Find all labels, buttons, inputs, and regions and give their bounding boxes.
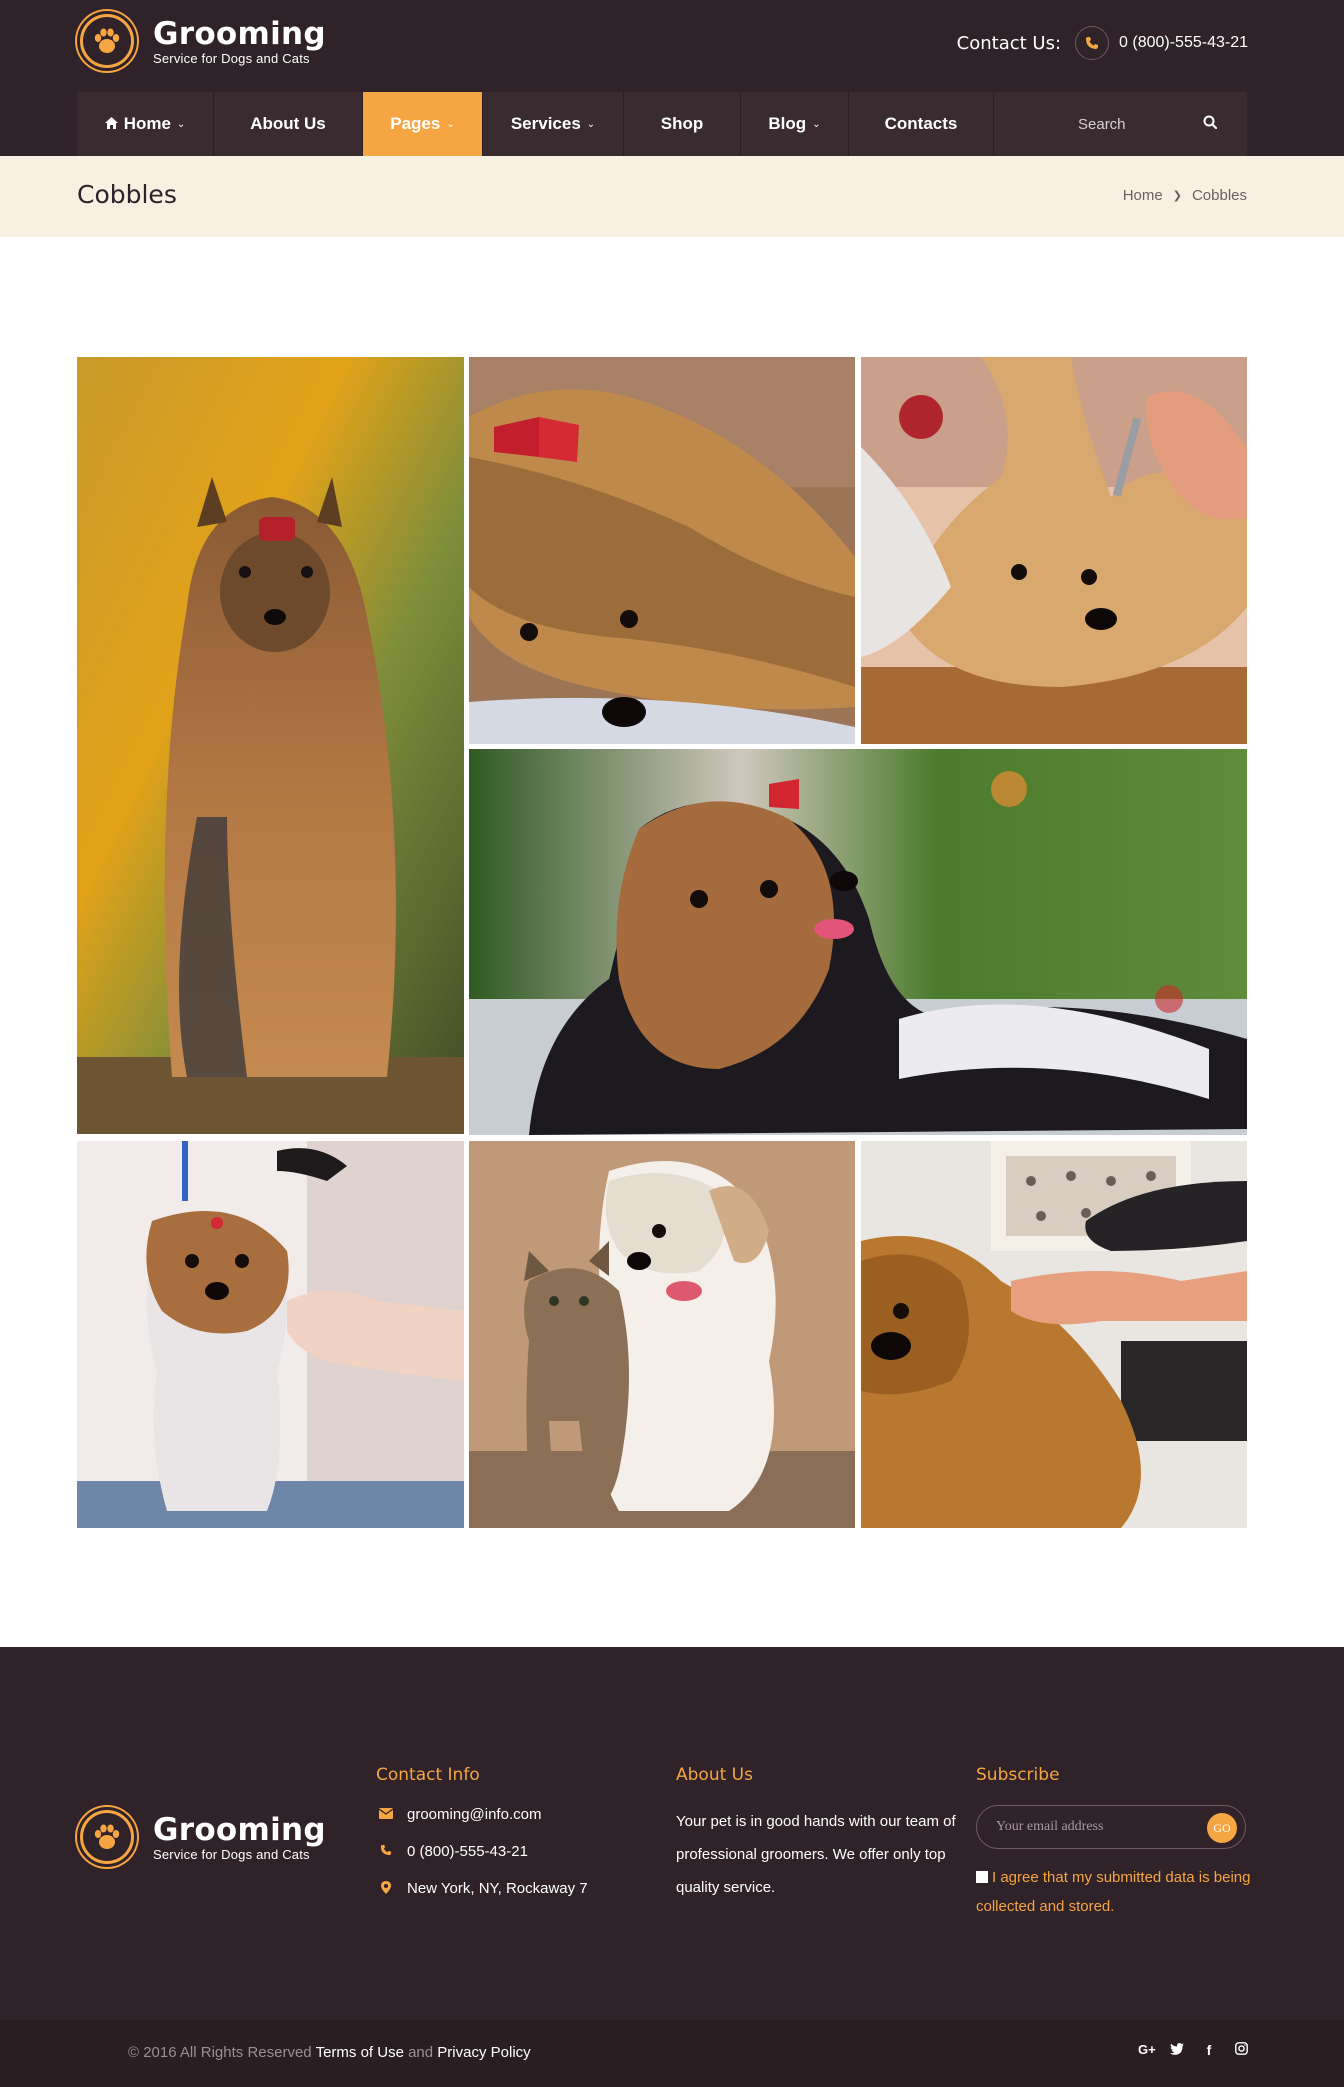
and-text: and	[408, 2044, 434, 2061]
gallery-image-yorkie-long-hair[interactable]	[77, 357, 464, 1134]
gallery-image-chow-chow-blow-dry[interactable]	[861, 1141, 1247, 1528]
email-subscribe-input[interactable]: Your email address	[996, 1819, 1103, 1835]
chevron-down-icon: ⌄	[812, 118, 821, 130]
gallery-image-puppy-and-kitten[interactable]	[469, 1141, 855, 1528]
copyright-text: © 2016 All Rights Reserved	[128, 2044, 312, 2061]
bottom-bar: © 2016 All Rights Reserved Terms of Use …	[0, 2020, 1344, 2087]
subscribe-heading: Subscribe	[976, 1765, 1060, 1785]
breadcrumb-home[interactable]: Home	[1123, 187, 1163, 204]
social-links: G+ f	[1138, 2042, 1248, 2058]
header-phone-number[interactable]: 0 (800)-555-43-21	[1119, 34, 1248, 52]
chevron-down-icon: ⌄	[446, 118, 455, 130]
chevron-down-icon: ⌄	[586, 118, 596, 130]
twitter-icon[interactable]	[1170, 2042, 1184, 2058]
footer-logo-title: Grooming	[153, 1811, 326, 1848]
facebook-icon[interactable]: f	[1202, 2042, 1216, 2058]
email-subscribe-field[interactable]: Your email address GO	[976, 1805, 1246, 1849]
paw-logo-icon	[77, 1807, 137, 1867]
agree-checkbox-row[interactable]: I agree that my submitted data is being …	[976, 1863, 1251, 1921]
footer-about: About Us Your pet is in good hands with …	[676, 1765, 958, 1904]
site-header: Grooming Service for Dogs and Cats Conta…	[0, 0, 1344, 156]
nav-pages-label: Pages	[390, 114, 441, 133]
terms-link[interactable]: Terms of Use	[316, 2044, 404, 2061]
envelope-icon	[376, 1807, 396, 1822]
agree-checkbox[interactable]	[976, 1871, 988, 1883]
breadcrumb-current: Cobbles	[1191, 187, 1247, 204]
footer-email[interactable]: grooming@info.com	[407, 1806, 541, 1823]
search-input[interactable]: Search	[1078, 116, 1126, 133]
page-title: Cobbles	[77, 180, 177, 209]
nav-contacts-label: Contacts	[884, 114, 958, 133]
home-icon	[104, 116, 118, 132]
footer-email-row[interactable]: grooming@info.com	[376, 1805, 588, 1824]
nav-contacts[interactable]: Contacts	[849, 92, 994, 156]
gallery-image-yorkie-lying-bow[interactable]	[469, 357, 855, 744]
breadcrumb: Home ❯ Cobbles	[1123, 187, 1247, 204]
nav-home-label: Home	[123, 114, 171, 133]
main-nav: Home ⌄ About Us Pages ⌄ Services ⌄ Shop …	[77, 92, 1247, 156]
footer-address: New York, NY, Rockaway 7	[407, 1880, 588, 1897]
chevron-down-icon: ⌄	[176, 118, 186, 130]
privacy-link[interactable]: Privacy Policy	[437, 2044, 530, 2061]
gallery-image-yorkie-garden[interactable]	[469, 749, 1247, 1135]
footer-phone-row[interactable]: 0 (800)-555-43-21	[376, 1842, 588, 1861]
map-pin-icon	[376, 1880, 396, 1897]
footer-address-row: New York, NY, Rockaway 7	[376, 1879, 588, 1898]
contact-label: Contact Us:	[956, 32, 1062, 54]
chevron-right-icon: ❯	[1172, 190, 1182, 202]
footer-logo[interactable]: Grooming Service for Dogs and Cats	[77, 1807, 326, 1867]
google-plus-icon[interactable]: G+	[1138, 2042, 1156, 2058]
gallery-image-yorkie-grooming-table[interactable]	[77, 1141, 464, 1528]
nav-services-label: Services	[510, 114, 581, 133]
page-title-bar: Cobbles Home ❯ Cobbles	[0, 156, 1344, 237]
nav-about-us[interactable]: About Us	[214, 92, 363, 156]
nav-search[interactable]: Search	[994, 92, 1247, 156]
nav-blog[interactable]: Blog ⌄	[741, 92, 849, 156]
go-button[interactable]: GO	[1207, 1813, 1237, 1843]
phone-icon	[1075, 26, 1110, 60]
nav-home[interactable]: Home ⌄	[77, 92, 214, 156]
instagram-icon[interactable]	[1234, 2042, 1248, 2058]
logo-subtitle: Service for Dogs and Cats	[153, 50, 310, 66]
gallery-image-yorkie-combed[interactable]	[861, 357, 1247, 744]
nav-about-label: About Us	[250, 114, 326, 133]
paw-logo-icon	[77, 11, 137, 71]
about-text: Your pet is in good hands with our team …	[676, 1813, 956, 1896]
footer-logo-subtitle: Service for Dogs and Cats	[153, 1846, 310, 1862]
copyright: © 2016 All Rights Reserved Terms of Use …	[128, 2044, 531, 2061]
site-footer: Grooming Service for Dogs and Cats Conta…	[0, 1647, 1344, 2020]
footer-subscribe: Subscribe Your email address GO I agree …	[976, 1765, 1251, 1921]
agree-label: I agree that my submitted data is being …	[976, 1869, 1251, 1915]
nav-blog-label: Blog	[768, 114, 807, 133]
phone-icon	[376, 1844, 396, 1859]
logo-title: Grooming	[153, 15, 326, 52]
nav-pages[interactable]: Pages ⌄	[363, 92, 483, 156]
site-logo[interactable]: Grooming Service for Dogs and Cats	[77, 11, 326, 71]
nav-shop-label: Shop	[660, 114, 704, 133]
about-heading: About Us	[676, 1765, 753, 1785]
footer-contact-info: Contact Info grooming@info.com 0 (800)-5…	[376, 1765, 588, 1916]
photo-gallery	[77, 357, 1247, 1528]
header-contact: Contact Us: 0 (800)-555-43-21	[957, 26, 1248, 60]
nav-services[interactable]: Services ⌄	[483, 92, 624, 156]
footer-phone[interactable]: 0 (800)-555-43-21	[407, 1843, 528, 1860]
contact-info-heading: Contact Info	[376, 1765, 480, 1785]
search-icon[interactable]	[1203, 115, 1218, 133]
nav-shop[interactable]: Shop	[624, 92, 741, 156]
